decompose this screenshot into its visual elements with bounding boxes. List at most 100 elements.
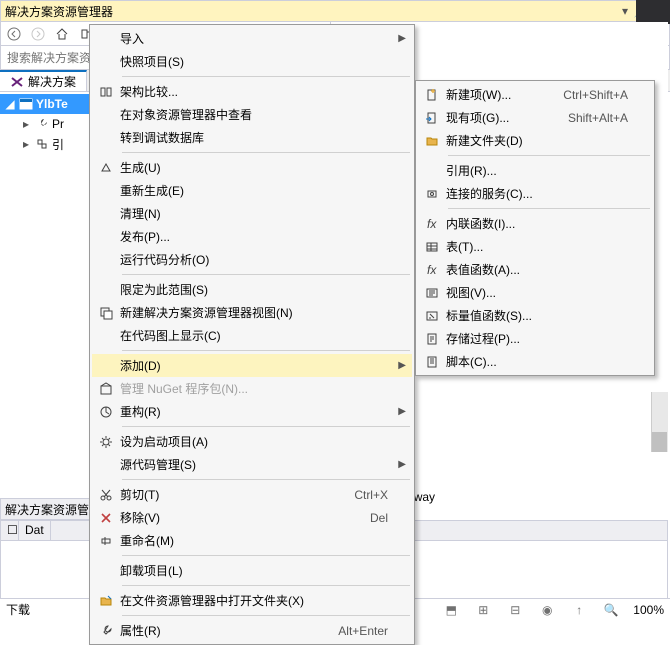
vs-icon xyxy=(10,75,24,89)
menu-item-label: 重新生成(E) xyxy=(120,182,392,199)
menu-item[interactable]: 标量值函数(S)... xyxy=(418,304,652,327)
project-icon xyxy=(18,96,34,112)
menu-item[interactable]: 在代码图上显示(C) xyxy=(92,324,412,347)
menu-item-label: 标量值函数(S)... xyxy=(446,307,632,324)
scrollbar-thumb[interactable] xyxy=(652,432,667,452)
home-icon[interactable] xyxy=(53,25,71,43)
menu-item[interactable]: 添加(D) ▶ xyxy=(92,354,412,377)
zoom-level[interactable]: 100% xyxy=(633,603,664,617)
menu-shortcut: Alt+Enter xyxy=(338,624,392,638)
menu-item[interactable]: 源代码管理(S)▶ xyxy=(92,453,412,476)
menu-item[interactable]: 卸载项目(L) xyxy=(92,559,412,582)
menu-item[interactable]: 连接的服务(C)... xyxy=(418,182,652,205)
tab-label: 解决方案 xyxy=(28,73,76,90)
menu-item-label: 运行代码分析(O) xyxy=(120,251,392,268)
menu-item-label: 管理 NuGet 程序包(N)... xyxy=(120,380,392,397)
menu-item-label: 卸载项目(L) xyxy=(120,562,392,579)
status-icon-3[interactable]: ⊟ xyxy=(505,603,525,617)
menu-item[interactable]: 运行代码分析(O) xyxy=(92,248,412,271)
menu-shortcut: Ctrl+Shift+A xyxy=(563,88,632,102)
view-icon xyxy=(418,286,446,300)
menu-item[interactable]: 架构比较... xyxy=(92,80,412,103)
menu-item-label: 添加(D) xyxy=(120,357,392,374)
tab-solution[interactable]: 解决方案 xyxy=(0,70,87,91)
menu-item[interactable]: 限定为此范围(S) xyxy=(92,278,412,301)
menu-item[interactable]: 脚本(C)... xyxy=(418,350,652,373)
submenu-arrow-icon: ▶ xyxy=(398,33,406,44)
table-icon xyxy=(418,240,446,254)
menu-item-label: 重命名(M) xyxy=(120,532,392,549)
menu-item[interactable]: 生成(U) xyxy=(92,156,412,179)
status-icon-2[interactable]: ⊞ xyxy=(473,603,493,617)
menu-shortcut: Ctrl+X xyxy=(354,488,392,502)
menu-item[interactable]: 重构(R)▶ xyxy=(92,400,412,423)
context-menu: 导入 ▶ 快照项目(S) 架构比较... 在对象资源管理器中查看转到调试数据库生成(U)… xyxy=(89,24,415,645)
menu-item[interactable]: 重命名(M) xyxy=(92,529,412,552)
menu-item-label: 生成(U) xyxy=(120,159,392,176)
menu-item[interactable]: 转到调试数据库 xyxy=(92,126,412,149)
status-download[interactable]: 下载 xyxy=(6,601,30,618)
menu-item[interactable]: 新建项(W)...Ctrl+Shift+A xyxy=(418,83,652,106)
submenu-arrow-icon: ▶ xyxy=(398,360,406,371)
forward-icon[interactable] xyxy=(29,25,47,43)
menu-item[interactable]: 存储过程(P)... xyxy=(418,327,652,350)
menu-item-label: 在对象资源管理器中查看 xyxy=(120,106,392,123)
build-icon xyxy=(92,161,120,175)
panel-title-text: 解决方案资源管理器 xyxy=(5,3,617,20)
menu-item[interactable]: 新建解决方案资源管理器视图(N) xyxy=(92,301,412,324)
menu-item-label: 新建项(W)... xyxy=(446,86,563,103)
menu-item-label: 新建文件夹(D) xyxy=(446,132,632,149)
tree-node-label: 引 xyxy=(52,136,64,153)
menu-item-label: 导入 xyxy=(120,30,392,47)
existitem-icon xyxy=(418,111,446,125)
col-data[interactable]: Dat xyxy=(19,521,51,540)
menu-item[interactable]: 表(T)... xyxy=(418,235,652,258)
status-icon-5[interactable]: ↑ xyxy=(569,603,589,617)
menu-item-label: 内联函数(I)... xyxy=(446,215,632,232)
menu-item[interactable]: 移除(V)Del xyxy=(92,506,412,529)
context-submenu-add: 新建项(W)...Ctrl+Shift+A现有项(G)...Shift+Alt+… xyxy=(415,80,655,376)
menu-item[interactable]: 发布(P)... xyxy=(92,225,412,248)
status-icon-1[interactable]: ⬒ xyxy=(441,603,461,617)
newfolder-icon xyxy=(418,134,446,148)
menu-item[interactable]: 现有项(G)...Shift+Alt+A xyxy=(418,106,652,129)
menu-item[interactable]: 清理(N) xyxy=(92,202,412,225)
menu-item-label: 移除(V) xyxy=(120,509,370,526)
col-check[interactable]: ☐ xyxy=(1,521,19,540)
menu-item[interactable]: 在对象资源管理器中查看 xyxy=(92,103,412,126)
dropdown-icon[interactable]: ▾ xyxy=(617,4,633,18)
menu-item-label: 现有项(G)... xyxy=(446,109,568,126)
menu-item[interactable]: 视图(V)... xyxy=(418,281,652,304)
back-icon[interactable] xyxy=(5,25,23,43)
expand-icon[interactable]: ▸ xyxy=(20,137,32,151)
menu-item[interactable]: 在文件资源管理器中打开文件夹(X) xyxy=(92,589,412,612)
expand-icon[interactable]: ◢ xyxy=(4,97,16,111)
menu-item-label: 新建解决方案资源管理器视图(N) xyxy=(120,304,392,321)
submenu-arrow-icon: ▶ xyxy=(398,406,406,417)
status-icon-4[interactable]: ◉ xyxy=(537,603,557,617)
menu-item-label: 限定为此范围(S) xyxy=(120,281,392,298)
menu-item-label: 快照项目(S) xyxy=(120,53,392,70)
menu-item[interactable]: 新建文件夹(D) xyxy=(418,129,652,152)
menu-item[interactable]: 设为启动项目(A) xyxy=(92,430,412,453)
tree-node-label: Pr xyxy=(52,117,64,131)
script-icon xyxy=(418,355,446,369)
menu-item-label: 转到调试数据库 xyxy=(120,129,392,146)
menu-item[interactable]: 重新生成(E) xyxy=(92,179,412,202)
menu-item[interactable]: fx表值函数(A)... xyxy=(418,258,652,281)
menu-item[interactable]: 导入 ▶ xyxy=(92,27,412,50)
menu-item-label: 清理(N) xyxy=(120,205,392,222)
menu-item[interactable]: 引用(R)... xyxy=(418,159,652,182)
menu-item[interactable]: 剪切(T)Ctrl+X xyxy=(92,483,412,506)
menu-item[interactable]: fx内联函数(I)... xyxy=(418,212,652,235)
zoom-icon[interactable]: 🔍 xyxy=(601,603,621,617)
newview-icon xyxy=(92,306,120,320)
menu-item[interactable]: 快照项目(S) xyxy=(92,50,412,73)
expand-icon[interactable]: ▸ xyxy=(20,117,32,131)
gear-icon xyxy=(92,435,120,449)
panel-titlebar: 解决方案资源管理器 ▾ 📌 ✕ xyxy=(0,0,670,22)
menu-item[interactable]: 属性(R)Alt+Enter xyxy=(92,619,412,642)
newitem-icon xyxy=(418,88,446,102)
fx-icon: fx xyxy=(418,217,446,231)
menu-item-label: 属性(R) xyxy=(120,622,338,639)
